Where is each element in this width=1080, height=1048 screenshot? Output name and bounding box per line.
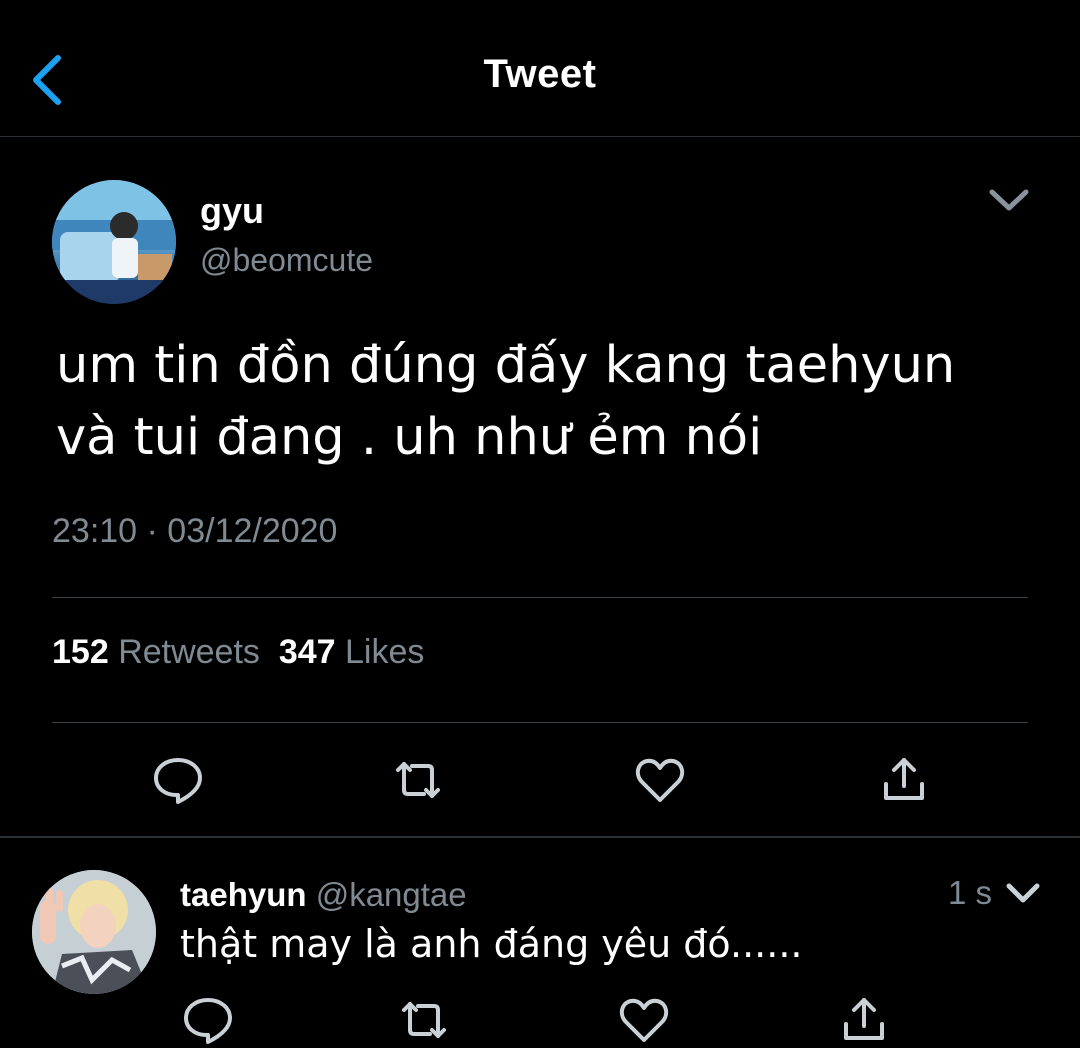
- user-handle[interactable]: @beomcute: [200, 242, 373, 279]
- chevron-down-icon[interactable]: [986, 182, 1032, 216]
- retweet-icon[interactable]: [390, 752, 446, 808]
- tweet-stats: 152 Retweets 347 Likes: [52, 633, 424, 672]
- page-title: Tweet: [483, 52, 597, 96]
- retweet-icon[interactable]: [396, 992, 452, 1048]
- avatar[interactable]: [32, 870, 156, 994]
- comment-icon[interactable]: [150, 752, 206, 808]
- heart-icon[interactable]: [632, 752, 688, 808]
- share-icon[interactable]: [876, 752, 932, 808]
- tweet-text-line: và tui đang . uh như ẻm nói: [56, 408, 763, 467]
- user-display-name[interactable]: gyu: [200, 190, 264, 232]
- like-count[interactable]: 347: [279, 633, 336, 671]
- reply-text: thật may là anh đáng yêu đó......: [180, 922, 803, 966]
- reply-handle[interactable]: @kangtae: [316, 876, 467, 913]
- divider: [52, 722, 1028, 723]
- tweet-text: um tin đồn đúng đấy kang taehyun và tui …: [56, 330, 1036, 474]
- like-label[interactable]: Likes: [345, 633, 424, 671]
- avatar[interactable]: [52, 180, 176, 304]
- chevron-down-icon[interactable]: [1004, 878, 1042, 906]
- retweet-label[interactable]: Retweets: [118, 633, 260, 671]
- comment-icon[interactable]: [180, 992, 236, 1048]
- reply-author[interactable]: taehyun @kangtae: [180, 876, 467, 914]
- reply-timestamp: 1 s: [948, 874, 993, 911]
- heart-icon[interactable]: [616, 992, 672, 1048]
- retweet-count[interactable]: 152: [52, 633, 109, 671]
- tweet-timestamp: 23:10 · 03/12/2020: [52, 512, 338, 550]
- section-divider: [0, 836, 1080, 838]
- tweet-text-line: um tin đồn đúng đấy kang taehyun: [56, 336, 956, 395]
- share-icon[interactable]: [836, 992, 892, 1048]
- reply-display-name[interactable]: taehyun: [180, 876, 307, 913]
- divider: [52, 597, 1028, 598]
